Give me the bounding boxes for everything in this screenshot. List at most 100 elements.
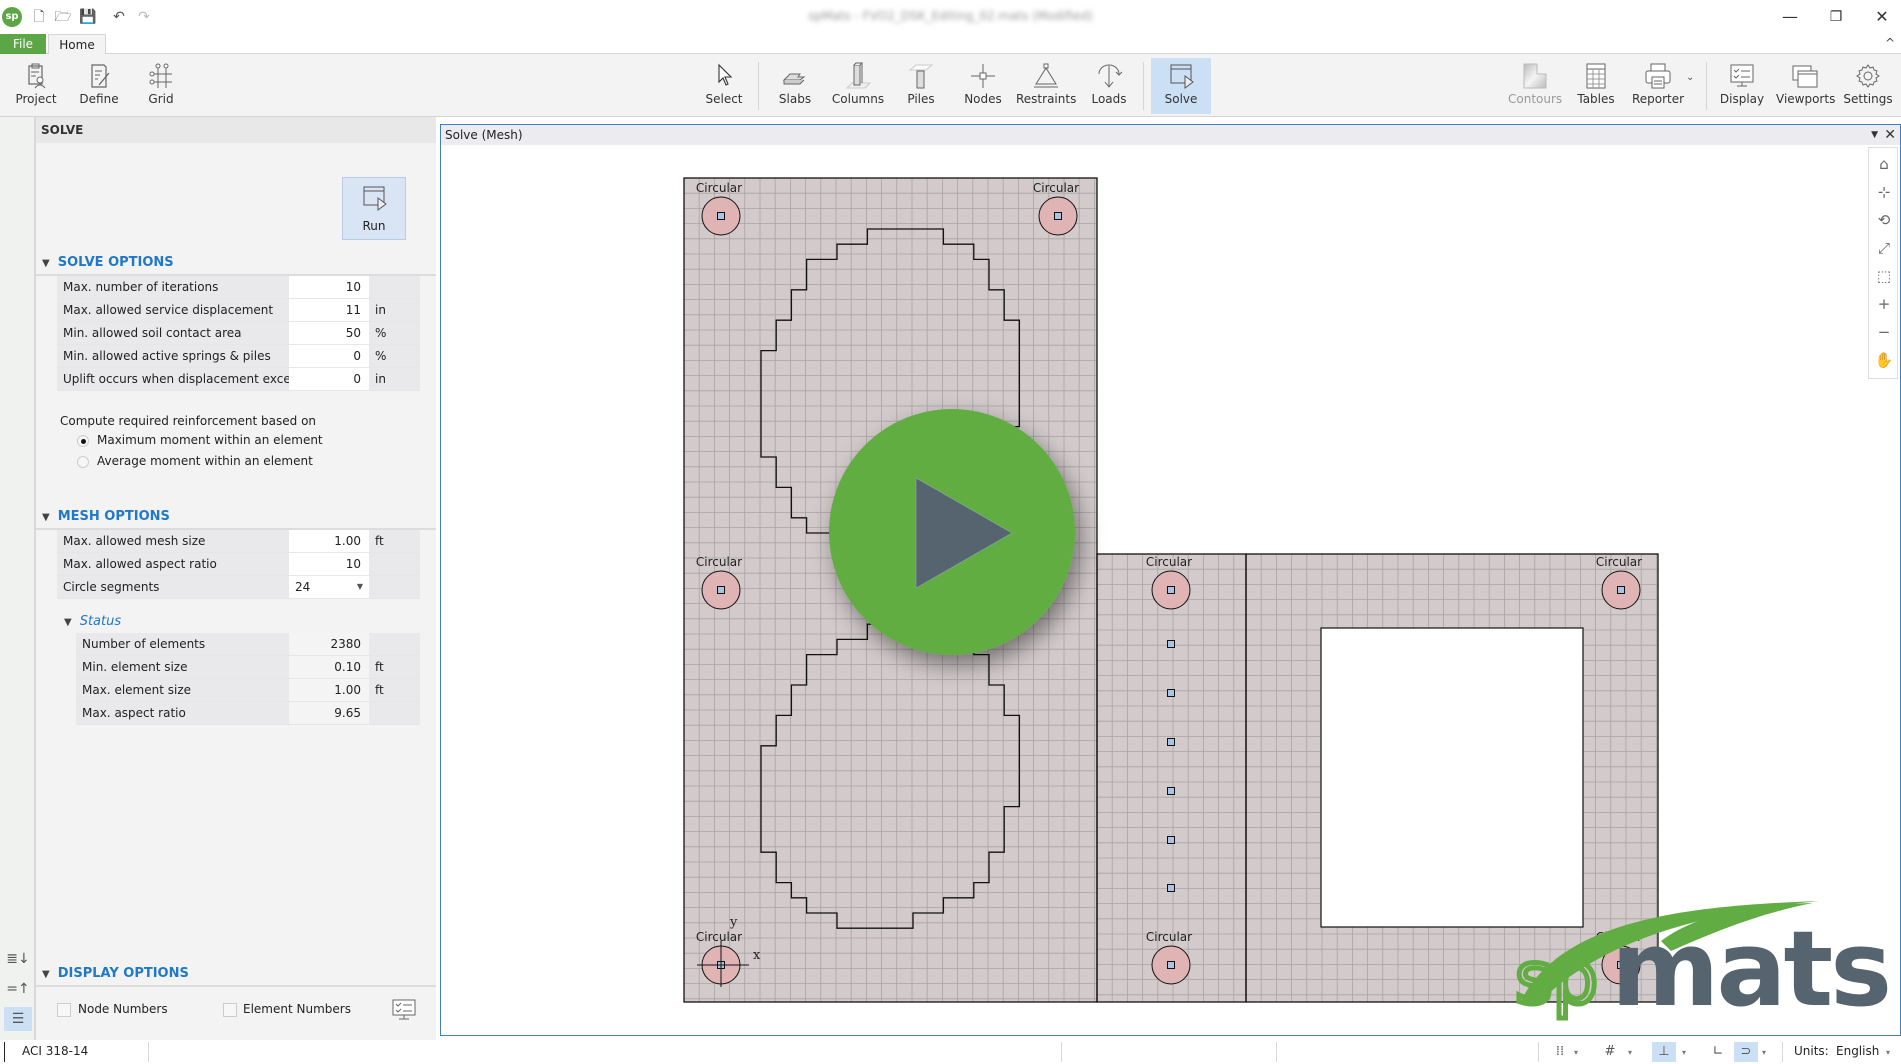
list-view-icon[interactable]: ☰ bbox=[4, 1007, 32, 1031]
define-button[interactable]: Define bbox=[74, 58, 124, 114]
project-button[interactable]: Project bbox=[10, 58, 62, 114]
tab-file[interactable]: File bbox=[0, 34, 46, 54]
dropdown-arrow-icon: ▼ bbox=[356, 582, 363, 591]
columns-icon bbox=[845, 62, 872, 89]
ribbon-separator bbox=[758, 62, 759, 110]
max-iterations-input[interactable]: 10 bbox=[289, 276, 369, 298]
run-button[interactable]: Run bbox=[342, 177, 406, 240]
max-displacement-input[interactable]: 11 bbox=[289, 299, 369, 321]
circle-segments-select[interactable]: 24 ▼ bbox=[289, 576, 369, 598]
node-numbers-label[interactable]: Node Numbers bbox=[78, 1002, 168, 1016]
minimize-button[interactable]: — bbox=[1770, 4, 1810, 30]
select-button[interactable]: Select bbox=[700, 58, 748, 114]
min-active-springs-input[interactable]: 0 bbox=[289, 345, 369, 367]
tab-home[interactable]: Home bbox=[48, 34, 106, 55]
grid-row: Max. allowed mesh size 1.00 ft bbox=[57, 530, 420, 553]
grid-button[interactable]: Grid bbox=[136, 58, 186, 114]
grid-row: Min. allowed active springs & piles 0% bbox=[57, 345, 420, 368]
tables-button[interactable]: Tables bbox=[1574, 58, 1618, 114]
viewport-close-icon[interactable]: ✕ bbox=[1884, 125, 1896, 145]
section-divider bbox=[36, 985, 436, 987]
solve-options-header[interactable]: ▼ SOLVE OPTIONS bbox=[42, 253, 174, 273]
grid-icon bbox=[149, 63, 172, 88]
status-title: Status bbox=[79, 614, 122, 629]
dropdown-arrow-icon[interactable]: ▾ bbox=[1628, 1043, 1632, 1063]
element-numbers-label[interactable]: Element Numbers bbox=[243, 1002, 351, 1016]
viewport-menu-icon[interactable]: ▼ bbox=[1871, 125, 1878, 145]
snap-grid-icon[interactable]: # bbox=[1598, 1042, 1622, 1062]
restore-button[interactable]: ❐ bbox=[1816, 4, 1856, 30]
zoom-extents-icon[interactable]: ⤢ bbox=[1872, 236, 1896, 260]
status-separator bbox=[1782, 1042, 1783, 1062]
zoom-window-icon[interactable]: ⬚ bbox=[1872, 264, 1896, 288]
settings-button[interactable]: Settings bbox=[1840, 58, 1896, 114]
column-node bbox=[717, 586, 725, 594]
slabs-label: Slabs bbox=[778, 92, 812, 106]
reporter-label: Reporter bbox=[1631, 92, 1685, 106]
collapse-all-icon[interactable]: =↑ bbox=[4, 977, 32, 1001]
radio-maximum-moment-label[interactable]: Maximum moment within an element bbox=[97, 433, 323, 447]
solve-button[interactable]: Solve bbox=[1151, 58, 1211, 114]
element-numbers-checkbox[interactable] bbox=[223, 1003, 237, 1017]
node-marker bbox=[1167, 787, 1175, 795]
mesh-options-grid: Max. allowed mesh size 1.00 ft Max. allowe… bbox=[57, 530, 420, 599]
viewport-header: Solve (Mesh) ▼ ✕ bbox=[441, 125, 1900, 145]
restraints-button[interactable]: Restraints bbox=[1016, 58, 1076, 114]
number-of-elements-value: 2380 bbox=[289, 633, 369, 655]
y-axis-label: y bbox=[729, 915, 738, 930]
units-dropdown-icon[interactable]: ▾ bbox=[1886, 1043, 1890, 1063]
max-mesh-size-input[interactable]: 1.00 bbox=[289, 530, 369, 552]
chevron-down-icon: ▼ bbox=[42, 258, 50, 269]
magnet-icon[interactable]: ⊃ bbox=[1734, 1042, 1758, 1062]
mesh-options-header[interactable]: ▼ MESH OPTIONS bbox=[42, 507, 170, 527]
contours-button[interactable]: Contours bbox=[1508, 58, 1562, 114]
axes-view-icon[interactable]: ⊹ bbox=[1872, 180, 1896, 204]
solve-mesh-viewport[interactable]: Circular Circular Circular Circular Circular… bbox=[440, 124, 1901, 1036]
loads-button[interactable]: Loads bbox=[1084, 58, 1134, 114]
close-button[interactable]: ✕ bbox=[1862, 4, 1901, 30]
define-label: Define bbox=[79, 92, 119, 106]
max-aspect-ratio-value: 9.65 bbox=[289, 702, 369, 724]
uplift-displacement-input[interactable]: 0 bbox=[289, 368, 369, 390]
collapse-ribbon-icon[interactable]: ^ bbox=[1885, 36, 1895, 50]
nodes-button[interactable]: Nodes bbox=[958, 58, 1008, 114]
dropdown-arrow-icon[interactable]: ▾ bbox=[1574, 1043, 1578, 1063]
zoom-out-icon[interactable]: − bbox=[1872, 320, 1896, 344]
radio-average-moment-label[interactable]: Average moment within an element bbox=[97, 454, 313, 468]
node-numbers-checkbox[interactable] bbox=[57, 1003, 71, 1017]
rotate-icon[interactable]: ⟲ bbox=[1872, 208, 1896, 232]
ortho-icon[interactable]: ∟ bbox=[1706, 1042, 1730, 1062]
dropdown-arrow-icon[interactable]: ▾ bbox=[1682, 1043, 1686, 1063]
column-label: Circular bbox=[1596, 555, 1642, 569]
snap-node-icon[interactable]: ⊥ bbox=[1652, 1042, 1676, 1062]
radio-maximum-moment[interactable] bbox=[77, 435, 89, 447]
display-button[interactable]: Display bbox=[1716, 58, 1768, 114]
status-header[interactable]: ▼ Status bbox=[64, 614, 121, 629]
piles-button[interactable]: Piles bbox=[896, 58, 946, 114]
mesh-drawing[interactable]: Circular Circular Circular Circular Circular… bbox=[441, 125, 1900, 1035]
ribbon-separator bbox=[1706, 62, 1707, 110]
grid-row: Max. allowed aspect ratio 10 bbox=[57, 553, 420, 576]
snap-points-icon[interactable]: ⁞⁞ bbox=[1548, 1042, 1572, 1062]
select-label: Select bbox=[705, 92, 743, 106]
viewports-button[interactable]: Viewports bbox=[1776, 58, 1835, 114]
zoom-in-icon[interactable]: + bbox=[1872, 292, 1896, 316]
expand-all-icon[interactable]: ≣↓ bbox=[4, 947, 32, 971]
radio-average-moment[interactable] bbox=[77, 456, 89, 468]
max-aspect-ratio-input[interactable]: 10 bbox=[289, 553, 369, 575]
columns-button[interactable]: Columns bbox=[830, 58, 886, 114]
loads-icon bbox=[1098, 64, 1123, 88]
min-soil-contact-input[interactable]: 50 bbox=[289, 322, 369, 344]
slabs-button[interactable]: Slabs bbox=[770, 58, 820, 114]
pan-hand-icon[interactable]: ✋ bbox=[1872, 348, 1896, 372]
run-label: Run bbox=[362, 219, 386, 233]
dropdown-arrow-icon[interactable]: ▾ bbox=[1762, 1043, 1766, 1063]
display-options-title: DISPLAY OPTIONS bbox=[57, 966, 189, 981]
reporter-button[interactable]: Reporter bbox=[1628, 58, 1688, 114]
units-value[interactable]: English bbox=[1836, 1044, 1879, 1058]
home-view-icon[interactable]: ⌂ bbox=[1872, 152, 1896, 176]
reporter-dropdown-icon[interactable]: ⌄ bbox=[1686, 72, 1694, 83]
status-separator bbox=[1061, 1042, 1062, 1062]
display-settings-icon[interactable] bbox=[392, 999, 416, 1021]
display-options-header[interactable]: ▼ DISPLAY OPTIONS bbox=[42, 964, 189, 984]
